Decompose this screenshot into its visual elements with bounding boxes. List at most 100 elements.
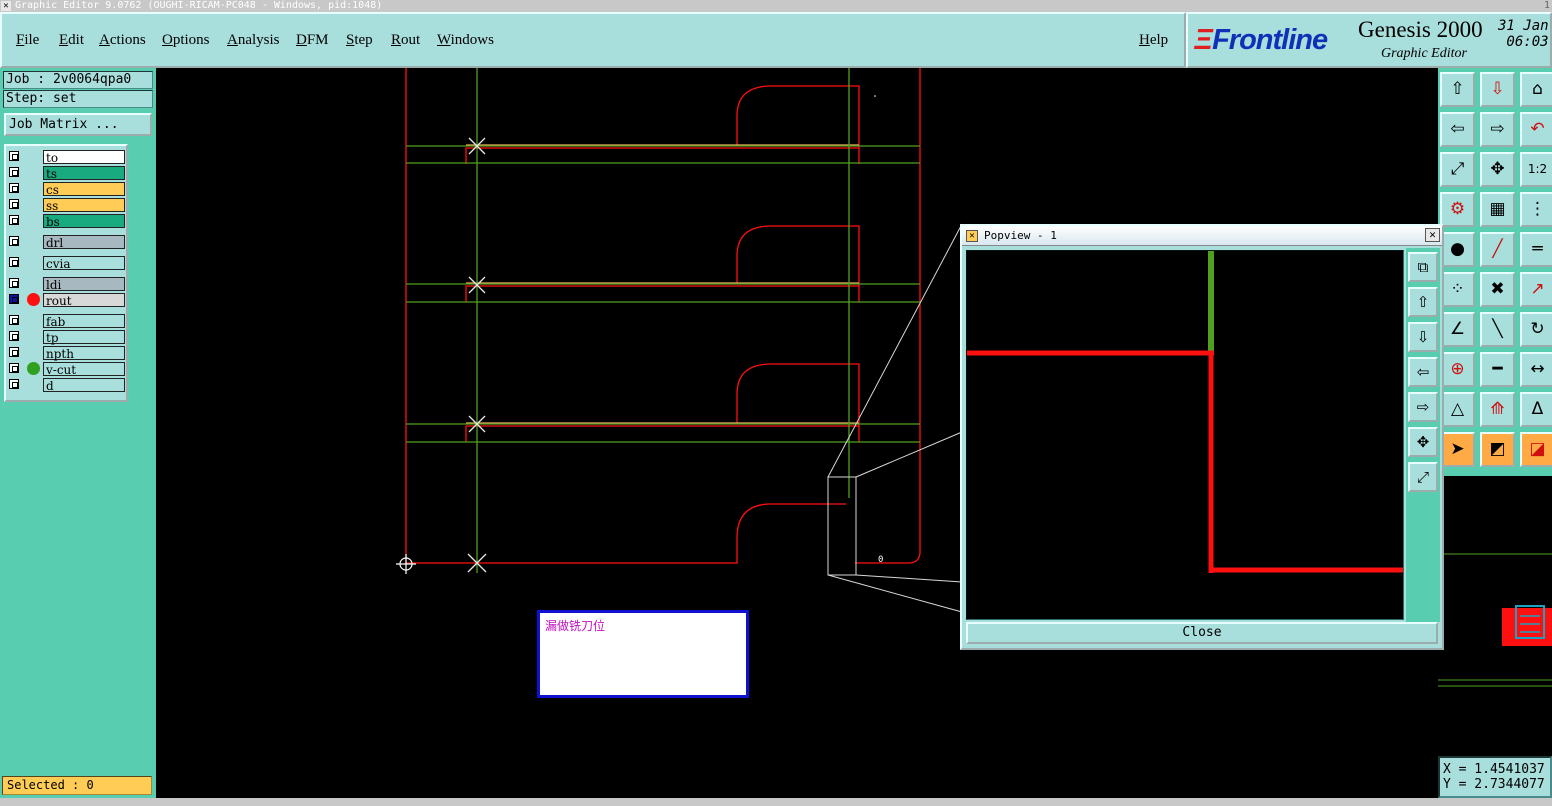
triangle-split-icon[interactable]: ⟰ — [1480, 392, 1515, 427]
arrow-icon[interactable]: ↗ — [1520, 272, 1552, 307]
layer-checkbox[interactable] — [9, 363, 19, 373]
segment-icon[interactable]: ━ — [1480, 352, 1515, 387]
layer-row-cs[interactable]: cs — [9, 182, 127, 197]
triangle-icon[interactable]: △ — [1440, 392, 1475, 427]
menu-dfm[interactable]: DFM — [296, 32, 329, 49]
layer-row-cvia[interactable]: cvia — [9, 256, 127, 271]
job-matrix-button[interactable]: Job Matrix ... — [4, 113, 152, 136]
popview-viewport[interactable] — [966, 250, 1404, 620]
layer-row-bs[interactable]: bs — [9, 214, 127, 229]
zoom-out-icon[interactable]: ⤢ — [1408, 462, 1438, 492]
move-right-icon[interactable]: ⇨ — [1480, 112, 1515, 147]
layer-name[interactable]: drl — [43, 235, 125, 250]
move-left-icon[interactable]: ⇦ — [1440, 112, 1475, 147]
layer-checkbox[interactable] — [9, 347, 19, 357]
slash-icon[interactable]: ╲ — [1480, 312, 1515, 347]
layer-row-to[interactable]: to — [9, 150, 127, 165]
home-icon[interactable]: ⌂ — [1520, 72, 1552, 107]
layer-row-fab[interactable]: fab — [9, 314, 127, 329]
select-arc-icon[interactable]: ◪ — [1520, 432, 1552, 467]
layer-row-ldi[interactable]: ldi — [9, 277, 127, 292]
move-up-icon-glyph: ⇧ — [1450, 79, 1465, 99]
pan-up-icon[interactable]: ⇧ — [1408, 287, 1438, 317]
menu-edit[interactable]: Edit — [59, 32, 84, 49]
layer-checkbox[interactable] — [9, 151, 19, 161]
layer-row-npth[interactable]: npth — [9, 346, 127, 361]
layer-name[interactable]: to — [43, 150, 125, 165]
rotate-icon[interactable]: ↻ — [1520, 312, 1552, 347]
zoom-center-icon[interactable]: ✥ — [1480, 152, 1515, 187]
scale-1to2-icon-glyph: 1:2 — [1527, 162, 1548, 176]
cross-icon[interactable]: ✖ — [1480, 272, 1515, 307]
layer-row-v-cut[interactable]: v-cut — [9, 362, 127, 377]
layer-name[interactable]: ts — [43, 166, 125, 181]
menu-actions[interactable]: Actions — [99, 32, 146, 49]
layer-name[interactable]: d — [43, 378, 125, 393]
menu-windows[interactable]: Windows — [437, 32, 494, 49]
layer-checkbox[interactable] — [9, 294, 19, 304]
menu-help[interactable]: Help — [1139, 32, 1168, 49]
select-arrow-icon[interactable]: ➤ — [1440, 432, 1475, 467]
net-icon[interactable]: ⋮ — [1520, 192, 1552, 227]
layer-checkbox[interactable] — [9, 331, 19, 341]
zoom-fit-icon[interactable]: ⤢ — [1440, 152, 1475, 187]
layer-name[interactable]: bs — [43, 214, 125, 229]
layer-checkbox[interactable] — [9, 278, 19, 288]
layer-name[interactable]: rout — [43, 293, 125, 308]
layer-row-tp[interactable]: tp — [9, 330, 127, 345]
rotate-icon-glyph: ↻ — [1530, 319, 1545, 339]
layer-checkbox[interactable] — [9, 236, 19, 246]
layer-row-ss[interactable]: ss — [9, 198, 127, 213]
layer-name[interactable]: ldi — [43, 277, 125, 292]
layer-name[interactable]: tp — [43, 330, 125, 345]
grid-icon[interactable]: ▦ — [1480, 192, 1515, 227]
layer-checkbox[interactable] — [9, 183, 19, 193]
dimension-icon[interactable]: ↔ — [1520, 352, 1552, 387]
connect-icon[interactable]: ⁘ — [1440, 272, 1475, 307]
angle-icon[interactable]: ∠ — [1440, 312, 1475, 347]
ruler-icon[interactable]: ═ — [1520, 232, 1552, 267]
layer-name[interactable]: cs — [43, 182, 125, 197]
measure-icon[interactable]: ⚙ — [1440, 192, 1475, 227]
layer-row-ts[interactable]: ts — [9, 166, 127, 181]
layer-row-drl[interactable]: drl — [9, 235, 127, 250]
layer-checkbox[interactable] — [9, 215, 19, 225]
menu-step[interactable]: Step — [346, 32, 373, 49]
layer-name[interactable]: cvia — [43, 256, 125, 271]
zoom-in-icon[interactable]: ✥ — [1408, 427, 1438, 457]
undo-icon[interactable]: ↶ — [1520, 112, 1552, 147]
layer-row-rout[interactable]: rout — [9, 293, 127, 308]
triangle-a-icon[interactable]: Δ — [1520, 392, 1552, 427]
menu-options[interactable]: Options — [162, 32, 210, 49]
layer-row-d[interactable]: d — [9, 378, 127, 393]
zoom-window-icon[interactable]: ⧉ — [1408, 252, 1438, 282]
pad-add-icon[interactable]: ⊕ — [1440, 352, 1475, 387]
popview-close-button[interactable]: Close — [966, 622, 1438, 644]
pan-left-icon[interactable]: ⇦ — [1408, 357, 1438, 387]
tool-panel: ⇧ ⇩ ⌂ ⇦ ⇨ ↶ ⤢ ✥ 1:2 ⚙ ▦ ⋮ ● ╱ ═ ⁘ ✖ ↗ ∠ ╲ ↻ ⊕ ━ ↔ △ ⟰ Δ ➤ ◩ ◪ — [1438, 68, 1552, 476]
scale-1to2-icon[interactable]: 1:2 — [1520, 152, 1552, 187]
layer-checkbox[interactable] — [9, 199, 19, 209]
layer-name[interactable]: ss — [43, 198, 125, 213]
line-icon[interactable]: ╱ — [1480, 232, 1515, 267]
layer-name[interactable]: v-cut — [43, 362, 125, 377]
pad-icon[interactable]: ● — [1440, 232, 1475, 267]
layer-checkbox[interactable] — [9, 257, 19, 267]
move-down-icon[interactable]: ⇩ — [1480, 72, 1515, 107]
popview-titlebar[interactable]: ✕ Popview - 1 ✕ — [962, 226, 1442, 246]
pan-right-icon[interactable]: ⇨ — [1408, 392, 1438, 422]
layer-name[interactable]: fab — [43, 314, 125, 329]
layer-checkbox[interactable] — [9, 167, 19, 177]
move-up-icon[interactable]: ⇧ — [1440, 72, 1475, 107]
layer-name[interactable]: npth — [43, 346, 125, 361]
pan-down-icon[interactable]: ⇩ — [1408, 322, 1438, 352]
layer-checkbox[interactable] — [9, 379, 19, 389]
menu-rout[interactable]: Rout — [391, 32, 420, 49]
layer-checkbox[interactable] — [9, 315, 19, 325]
select-box-icon[interactable]: ◩ — [1480, 432, 1515, 467]
popview-close-icon[interactable]: ✕ — [1425, 228, 1440, 242]
overview-map[interactable] — [1438, 476, 1552, 756]
annotation-note[interactable]: 漏做铣刀位 — [537, 610, 749, 698]
menu-file[interactable]: File — [16, 32, 39, 49]
menu-analysis[interactable]: Analysis — [227, 32, 280, 49]
